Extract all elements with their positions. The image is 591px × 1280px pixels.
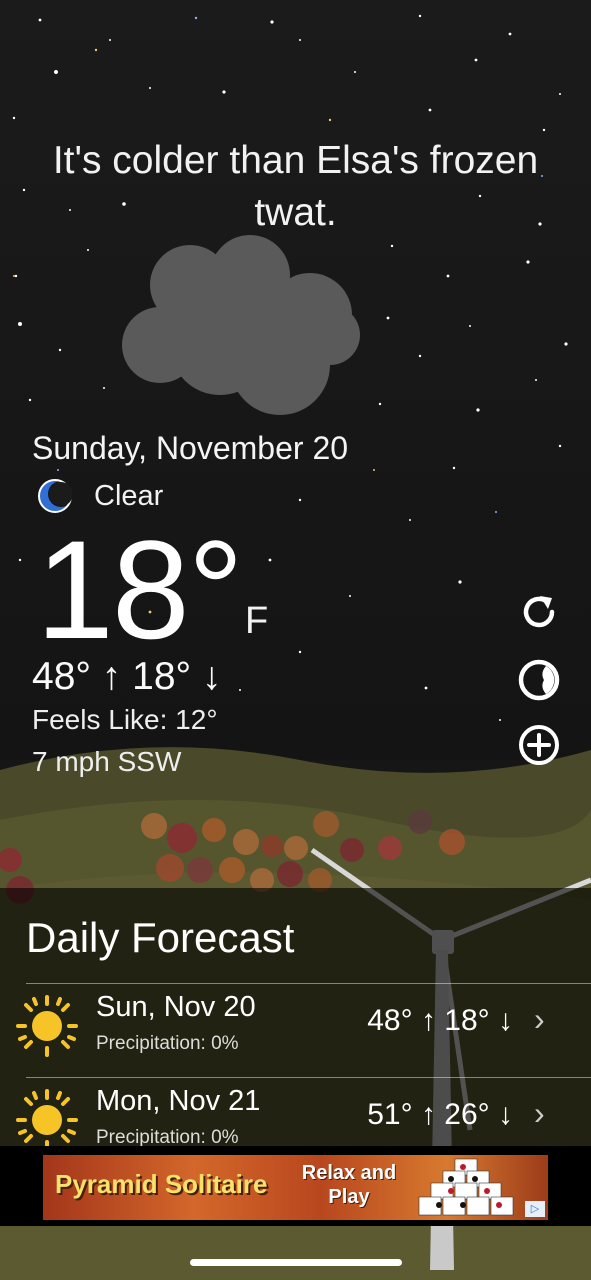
wind-speed: 7 mph SSW: [32, 746, 182, 777]
playing-cards-image: [418, 1158, 514, 1216]
chevron-right-icon: ›: [534, 1095, 545, 1131]
daily-forecast-title: Daily Forecast: [26, 914, 295, 961]
forecast-day: Mon, Nov 21: [96, 1085, 261, 1117]
headline-message: It's colder than Elsa's frozen twat.: [52, 139, 539, 234]
ad-subtitle: Relax and Play: [301, 1162, 397, 1208]
forecast-row-mon[interactable]: Mon, Nov 21 Precipitation: 0% 51° ↑ 26° …: [0, 1077, 591, 1146]
ad-title: Pyramid Solitaire: [55, 1169, 268, 1199]
moon-icon: [38, 479, 72, 513]
forecast-precipitation: Precipitation: 0%: [96, 1033, 239, 1054]
ad-choices-icon[interactable]: ▷: [525, 1201, 545, 1217]
high-low-temperature: 48° ↑ 18° ↓: [32, 655, 222, 698]
home-indicator[interactable]: [190, 1259, 402, 1266]
temperature-unit[interactable]: F: [245, 600, 268, 643]
refresh-icon: [523, 596, 555, 628]
refresh-button[interactable]: [516, 589, 562, 635]
theme-button[interactable]: [516, 657, 562, 703]
sun-icon: [16, 995, 78, 1057]
current-date: Sunday, November 20: [32, 430, 349, 466]
sun-icon: [16, 1089, 78, 1146]
add-icon: [519, 725, 559, 765]
condition-row: Clear: [38, 477, 163, 515]
condition-label: Clear: [94, 479, 164, 512]
forecast-precipitation: Precipitation: 0%: [96, 1127, 239, 1146]
forecast-day: Sun, Nov 20: [96, 991, 256, 1023]
current-temperature: 18°: [36, 511, 244, 668]
feels-like: Feels Like: 12°: [32, 704, 218, 735]
theme-icon: [518, 659, 560, 701]
add-location-button[interactable]: [516, 722, 562, 768]
forecast-temps: 48° ↑ 18° ↓: [367, 1004, 513, 1037]
forecast-row-sun[interactable]: Sun, Nov 20 Precipitation: 0% 48° ↑ 18° …: [0, 983, 591, 1078]
chevron-right-icon: ›: [534, 1001, 545, 1037]
ad-banner[interactable]: Pyramid Solitaire Relax and Play ▷: [43, 1155, 548, 1220]
forecast-temps: 51° ↑ 26° ↓: [367, 1098, 513, 1131]
cloud-icon: [122, 235, 360, 415]
